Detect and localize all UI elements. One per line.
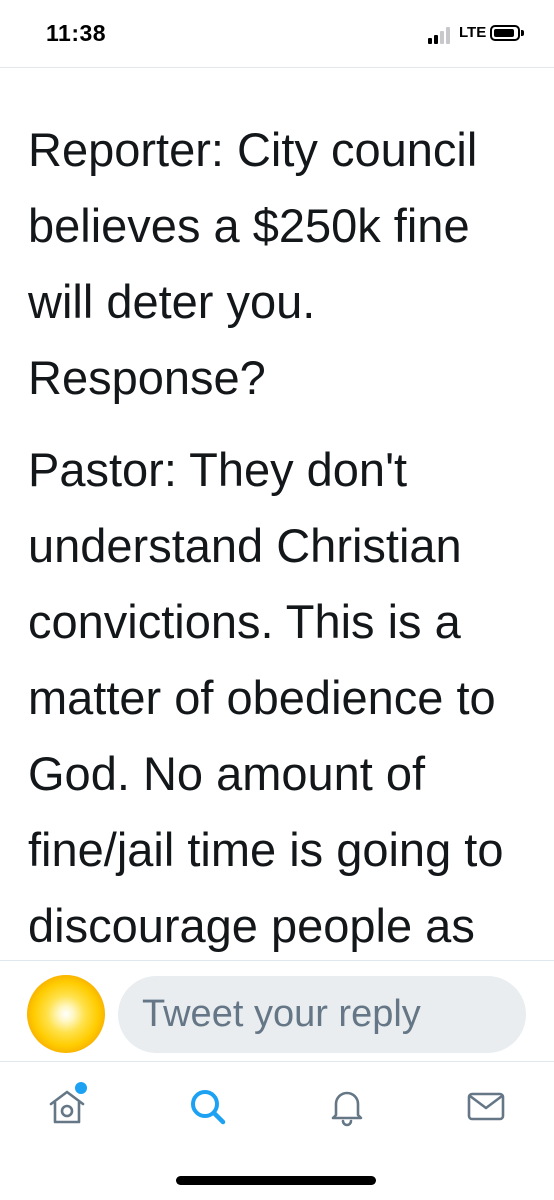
tweet-body: Reporter: City council believes a $250k … bbox=[28, 112, 528, 962]
battery-cap bbox=[521, 30, 524, 36]
avatar[interactable] bbox=[27, 975, 105, 1053]
tab-notifications[interactable] bbox=[325, 1084, 369, 1128]
tab-home[interactable] bbox=[45, 1080, 89, 1128]
bell-icon bbox=[331, 1091, 363, 1127]
tab-search[interactable] bbox=[185, 1084, 229, 1128]
battery-icon bbox=[490, 25, 520, 41]
tweet-paragraph: Pastor: They don't understand Christian … bbox=[28, 443, 504, 952]
network-label: LTE bbox=[459, 24, 487, 41]
home-indicator bbox=[176, 1176, 376, 1185]
reply-input[interactable]: Tweet your reply bbox=[118, 976, 526, 1053]
tweet-paragraph: Reporter: City council believes a $250k … bbox=[28, 123, 478, 404]
tab-messages[interactable] bbox=[464, 1084, 508, 1128]
status-time: 11:38 bbox=[46, 20, 107, 46]
search-icon bbox=[191, 1090, 226, 1125]
notification-dot bbox=[73, 1080, 89, 1096]
mail-icon bbox=[467, 1092, 505, 1121]
divider bbox=[0, 67, 554, 68]
status-bar: 11:38 LTE bbox=[0, 0, 554, 68]
signal-icon bbox=[428, 26, 454, 44]
reply-composer: Tweet your reply bbox=[0, 961, 554, 1061]
